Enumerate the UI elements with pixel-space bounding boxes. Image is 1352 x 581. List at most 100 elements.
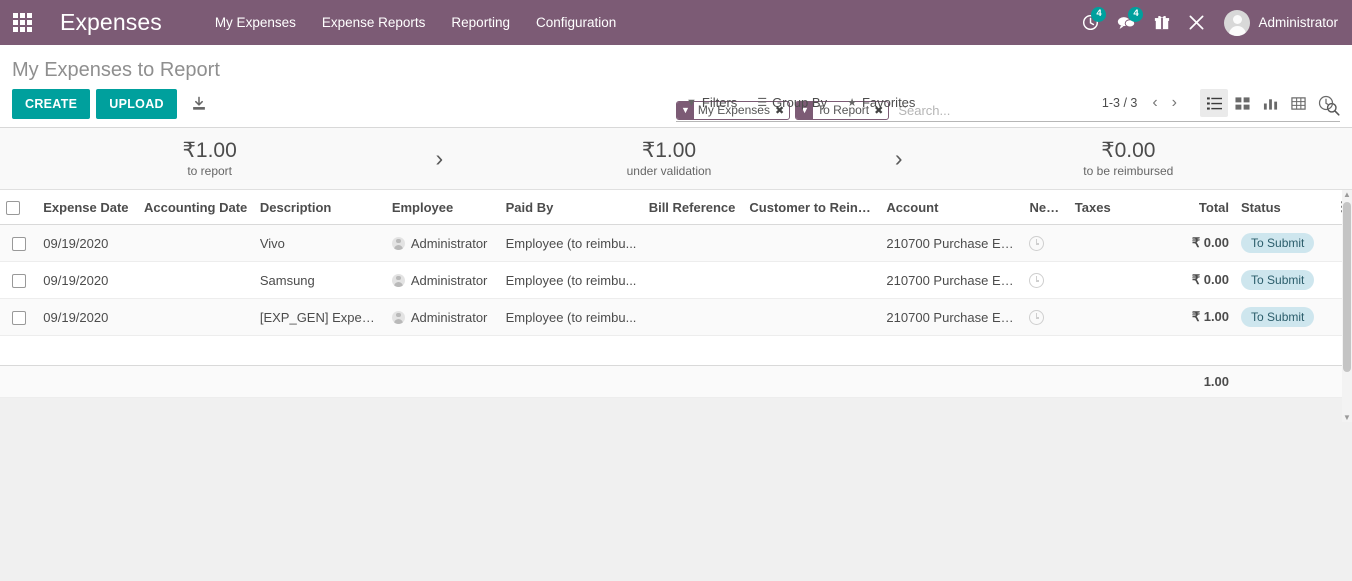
status-label: under validation (626, 164, 712, 178)
messages-badge-count: 4 (1128, 7, 1144, 22)
filters-dropdown[interactable]: ▼ Filters (676, 91, 747, 114)
clock-icon[interactable] (1312, 89, 1340, 117)
cell-accounting-date (138, 224, 254, 262)
cell-paid-by: Employee (to reimbu... (499, 298, 643, 336)
employee-name: Administrator (410, 309, 488, 325)
col-status[interactable]: Status (1235, 190, 1330, 225)
status-amount: ₹1.00 (641, 139, 697, 162)
scroll-up-icon[interactable]: ▲ (1343, 190, 1351, 199)
favorites-dropdown[interactable]: ★ Favorites (837, 91, 925, 114)
cell-next-activity[interactable] (1023, 298, 1069, 336)
chevron-right-icon: › (894, 145, 903, 171)
row-checkbox[interactable] (11, 236, 26, 251)
avatar (1224, 9, 1251, 36)
footer-blank-4 (385, 365, 500, 398)
footer-blank-11 (1235, 365, 1330, 398)
app-brand-title[interactable]: Expenses (60, 9, 162, 36)
col-customer-to-reinvoice[interactable]: Customer to Reinv... (743, 190, 881, 225)
chevron-left-icon[interactable]: ‹ (1145, 95, 1164, 111)
upload-button[interactable]: UPLOAD (96, 89, 177, 119)
clock-icon[interactable] (1029, 236, 1045, 252)
status-step-to-be-reimbursed[interactable]: ₹0.00 to be reimbursed (919, 138, 1338, 179)
footer-blank-10 (1068, 365, 1157, 398)
footer-blank-6 (642, 365, 744, 398)
col-paid-by[interactable]: Paid By (499, 190, 643, 225)
col-next-activity[interactable]: Next Activity (1023, 190, 1069, 225)
cell-next-activity[interactable] (1023, 261, 1069, 299)
footer-blank-8 (880, 365, 1024, 398)
status-step-to-report[interactable]: ₹1.00 to report (0, 138, 419, 179)
menu-item-expense-reports[interactable]: Expense Reports (309, 0, 439, 45)
cell-accounting-date (138, 261, 254, 299)
row-checkbox[interactable] (11, 310, 26, 325)
select-all-header[interactable] (0, 190, 38, 225)
row-select-cell[interactable] (0, 261, 38, 299)
vertical-scrollbar[interactable]: ▲ ▼ (1342, 190, 1352, 422)
footer-blank-0 (0, 365, 38, 398)
col-total[interactable]: Total (1156, 190, 1236, 225)
cell-total: ₹ 1.00 (1156, 298, 1236, 336)
create-button[interactable]: CREATE (12, 89, 91, 119)
col-employee[interactable]: Employee (385, 190, 500, 225)
group-by-label: Group By (772, 95, 828, 110)
col-accounting-date[interactable]: Accounting Date (138, 190, 254, 225)
status-badge: To Submit (1241, 307, 1315, 327)
status-amount: ₹1.00 (182, 139, 237, 162)
filter-funnel-icon: ▼ (686, 96, 697, 109)
debug-tools-icon[interactable] (1179, 0, 1214, 45)
kanban-icon[interactable] (1228, 89, 1256, 117)
scroll-down-icon[interactable]: ▼ (1343, 413, 1351, 422)
status-badge: To Submit (1241, 270, 1315, 290)
table-row[interactable]: 09/19/2020 Vivo Administrator Employee (… (0, 224, 1352, 262)
cell-taxes (1068, 224, 1157, 262)
user-menu[interactable]: Administrator (1214, 0, 1344, 45)
menu-item-my-expenses[interactable]: My Expenses (202, 0, 309, 45)
gift-icon[interactable] (1145, 0, 1179, 45)
table-row[interactable]: 09/19/2020 [EXP_GEN] Expenses Administra… (0, 298, 1352, 336)
cell-bill-reference (642, 298, 744, 336)
cell-bill-reference (642, 261, 744, 299)
user-name-label: Administrator (1258, 15, 1338, 30)
cell-next-activity[interactable] (1023, 224, 1069, 262)
cell-description: Vivo (253, 224, 386, 262)
bar-chart-icon[interactable] (1256, 89, 1284, 117)
menu-item-reporting[interactable]: Reporting (438, 0, 523, 45)
menu-item-configuration[interactable]: Configuration (523, 0, 629, 45)
cell-employee: Administrator (385, 224, 500, 262)
star-icon: ★ (847, 97, 857, 109)
table-row[interactable]: 09/19/2020 Samsung Administrator Employe… (0, 261, 1352, 299)
clock-icon[interactable] (1029, 310, 1045, 326)
row-select-cell[interactable] (0, 298, 38, 336)
activity-clock-icon[interactable]: 4 (1073, 0, 1108, 45)
list-icon[interactable] (1200, 89, 1228, 117)
messages-icon[interactable]: 4 (1108, 0, 1145, 45)
expense-status-progress: ₹1.00 to report › ₹1.00 under validation… (0, 128, 1352, 190)
table-grid-icon[interactable] (1284, 89, 1312, 117)
col-expense-date[interactable]: Expense Date (37, 190, 138, 225)
select-all-checkbox[interactable] (6, 200, 20, 215)
cell-expense-date: 09/19/2020 (37, 224, 138, 262)
main-menu: My Expenses Expense Reports Reporting Co… (202, 0, 629, 45)
chevron-right-icon[interactable]: › (1165, 95, 1184, 111)
activity-badge-count: 4 (1091, 7, 1107, 22)
breadcrumb[interactable]: My Expenses to Report (12, 57, 220, 83)
search-options-bar: ▼ Filters ☰ Group By ★ Favorites (676, 91, 925, 114)
row-checkbox[interactable] (11, 273, 26, 288)
status-label: to report (187, 164, 233, 178)
col-bill-reference[interactable]: Bill Reference (642, 190, 744, 225)
col-taxes[interactable]: Taxes (1068, 190, 1157, 225)
col-account[interactable]: Account (880, 190, 1024, 225)
download-icon[interactable] (183, 89, 215, 119)
scrollbar-thumb[interactable] (1343, 202, 1351, 372)
cell-paid-by: Employee (to reimbu... (499, 261, 643, 299)
cell-taxes (1068, 298, 1157, 336)
employee-avatar-icon (391, 236, 405, 250)
apps-menu-button[interactable] (0, 0, 44, 45)
favorites-label: Favorites (861, 95, 916, 110)
group-by-dropdown[interactable]: ☰ Group By (747, 91, 837, 114)
row-select-cell[interactable] (0, 224, 38, 262)
col-description[interactable]: Description (253, 190, 386, 225)
clock-icon[interactable] (1029, 273, 1045, 289)
top-navbar: Expenses My Expenses Expense Reports Rep… (0, 0, 1352, 45)
status-step-under-validation[interactable]: ₹1.00 under validation (459, 138, 878, 179)
